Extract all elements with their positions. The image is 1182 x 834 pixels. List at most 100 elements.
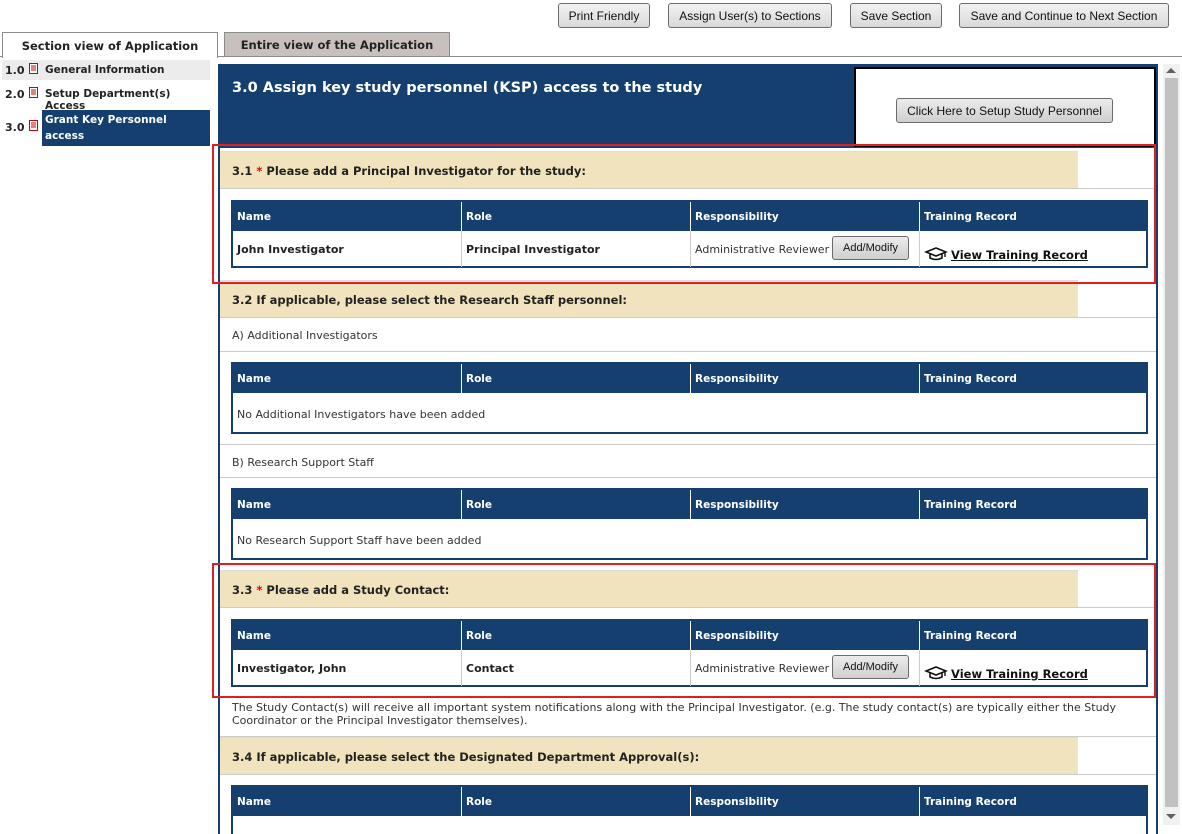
col-name: Name <box>237 372 271 385</box>
save-continue-button[interactable]: Save and Continue to Next Section <box>959 3 1169 28</box>
save-section-button[interactable]: Save Section <box>850 3 942 28</box>
section-3-2-label: 3.2 If applicable, please select the Res… <box>232 293 628 307</box>
research-support-staff-table: Name Role Responsibility Training Record… <box>231 488 1148 560</box>
cell-training: View Training Record <box>919 650 1146 686</box>
table-header: Name Role Responsibility Training Record <box>233 202 1146 231</box>
pi-table: Name Role Responsibility Training Record… <box>231 200 1148 268</box>
sidebar-item-setup-departments[interactable]: 2.0 Setup Department(s) Access <box>2 84 210 112</box>
section-3-4-bar: 3.4 If applicable, please select the Des… <box>220 737 1078 775</box>
sidebar-item-number: 3.0 <box>5 121 25 134</box>
cell-role: Contact <box>461 650 690 686</box>
divider <box>220 317 1156 318</box>
tab-section-view[interactable]: Section view of Application <box>2 32 218 58</box>
tab-entire-view[interactable]: Entire view of the Application <box>224 32 450 57</box>
table-header: Name Role Responsibility Training Record <box>233 490 1146 519</box>
additional-investigators-label: A) Additional Investigators <box>232 329 378 342</box>
sidebar-item-label: General Information <box>45 64 165 76</box>
col-training: Training Record <box>919 364 1146 393</box>
setup-study-personnel-button[interactable]: Click Here to Setup Study Personnel <box>896 98 1113 123</box>
divider <box>220 477 1156 478</box>
sidebar-item-number: 1.0 <box>5 64 25 77</box>
divider <box>220 444 1156 445</box>
sidebar-item-grant-key-personnel[interactable]: 3.0 Grant Key Personnel access to the st… <box>2 110 210 158</box>
col-name: Name <box>237 629 271 642</box>
view-training-record-link[interactable]: View Training Record <box>951 667 1088 681</box>
col-responsibility: Responsibility <box>690 621 919 650</box>
cell-name: John Investigator <box>237 242 344 256</box>
sidebar-item-label-line2: to the study <box>45 146 118 158</box>
table-header: Name Role Responsibility Training Record <box>233 364 1146 393</box>
col-responsibility: Responsibility <box>690 364 919 393</box>
document-icon <box>29 87 38 98</box>
section-number: 3.1 <box>232 164 253 178</box>
section-3-1-bar: 3.1 * Please add a Principal Investigato… <box>220 151 1078 189</box>
section-3-4-label: 3.4 If applicable, please select the Des… <box>232 750 700 764</box>
setup-box: Click Here to Setup Study Personnel <box>854 67 1156 147</box>
section-3-3-bar: 3.3 * Please add a Study Contact: <box>220 570 1078 608</box>
section-label: Please add a Study Contact: <box>266 583 450 597</box>
study-contact-table: Name Role Responsibility Training Record… <box>231 619 1148 687</box>
col-responsibility: Responsibility <box>690 490 919 519</box>
sidebar-item-number: 2.0 <box>5 88 25 101</box>
section-number: 3.3 <box>232 583 253 597</box>
required-marker: * <box>256 583 263 597</box>
col-training: Training Record <box>919 621 1146 650</box>
cell-responsibility: Administrative Reviewer Add/Modify <box>690 231 919 267</box>
print-friendly-button[interactable]: Print Friendly <box>558 3 650 28</box>
col-training: Training Record <box>919 787 1146 816</box>
responsibility-text: Administrative Reviewer <box>695 661 830 675</box>
sidebar-item-label-active: Grant Key Personnel access to the study <box>42 110 210 158</box>
add-modify-button[interactable]: Add/Modify <box>832 655 909 679</box>
scrollbar-thumb[interactable] <box>1165 78 1178 807</box>
cell-responsibility: Administrative Reviewer Add/Modify <box>690 650 919 686</box>
graduation-cap-icon <box>924 247 948 261</box>
sidebar-item-general-information[interactable]: 1.0 General Information <box>2 60 210 80</box>
col-responsibility: Responsibility <box>690 202 919 231</box>
cell-training: View Training Record <box>919 231 1146 267</box>
view-training-record-link[interactable]: View Training Record <box>951 248 1088 262</box>
responsibility-text: Administrative Reviewer <box>695 242 830 256</box>
col-training: Training Record <box>919 490 1146 519</box>
section-header: 3.0 Assign key study personnel (KSP) acc… <box>220 66 1156 148</box>
section-label: Please add a Principal Investigator for … <box>266 164 586 178</box>
divider <box>220 774 1156 775</box>
col-role: Role <box>461 787 690 816</box>
col-role: Role <box>461 202 690 231</box>
empty-message: No Research Support Staff have been adde… <box>237 534 482 547</box>
col-role: Role <box>461 490 690 519</box>
vertical-scrollbar[interactable] <box>1163 64 1180 825</box>
cell-role: Principal Investigator <box>461 231 690 267</box>
divider <box>220 607 1156 608</box>
sidebar-item-label-line1: Grant Key Personnel access <box>45 114 167 142</box>
additional-investigators-table: Name Role Responsibility Training Record… <box>231 362 1148 434</box>
document-icon <box>29 120 38 131</box>
section-3-1-label: 3.1 * Please add a Principal Investigato… <box>232 164 586 178</box>
scroll-down-icon[interactable] <box>1166 814 1176 819</box>
empty-message: No Additional Investigators have been ad… <box>237 408 486 421</box>
table-header: Name Role Responsibility Training Record <box>233 787 1146 816</box>
table-header: Name Role Responsibility Training Record <box>233 621 1146 650</box>
section-3-2-bar: 3.2 If applicable, please select the Res… <box>220 280 1078 318</box>
research-support-staff-label: B) Research Support Staff <box>232 456 374 469</box>
add-modify-button[interactable]: Add/Modify <box>832 236 909 260</box>
col-name: Name <box>237 795 271 808</box>
study-contact-note: The Study Contact(s) will receive all im… <box>232 701 1117 727</box>
section-3-3-label: 3.3 * Please add a Study Contact: <box>232 583 449 597</box>
required-marker: * <box>256 164 263 178</box>
cell-name: Investigator, John <box>237 661 347 675</box>
divider <box>220 351 1156 352</box>
document-icon <box>29 63 38 74</box>
col-role: Role <box>461 364 690 393</box>
graduation-cap-icon <box>924 666 948 680</box>
col-name: Name <box>237 498 271 511</box>
col-training: Training Record <box>919 202 1146 231</box>
section-panel: 3.0 Assign key study personnel (KSP) acc… <box>218 64 1158 834</box>
col-name: Name <box>237 210 271 223</box>
divider <box>220 188 1156 189</box>
assign-users-button[interactable]: Assign User(s) to Sections <box>668 3 832 28</box>
department-approval-table: Name Role Responsibility Training Record <box>231 785 1148 834</box>
section-title: 3.0 Assign key study personnel (KSP) acc… <box>232 80 703 96</box>
scroll-up-icon[interactable] <box>1166 68 1176 73</box>
col-role: Role <box>461 621 690 650</box>
col-responsibility: Responsibility <box>690 787 919 816</box>
